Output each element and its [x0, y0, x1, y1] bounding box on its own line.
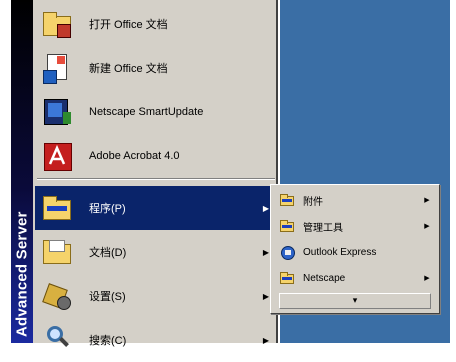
accessories-folder-icon — [279, 192, 295, 208]
submenu-item-admin-tools[interactable]: 管理工具 ▶ — [273, 215, 437, 237]
netscape-smartupdate-icon — [41, 96, 73, 128]
menu-item-label: 设置(S) — [89, 291, 126, 303]
submenu-item-label: 管理工具 — [303, 222, 343, 234]
menu-item-label: Adobe Acrobat 4.0 — [89, 150, 180, 162]
submenu-arrow-icon: ▶ — [424, 275, 430, 282]
os-banner-text: Advanced Server — [13, 211, 31, 337]
submenu-expand-button[interactable]: ▾ — [279, 293, 431, 309]
menu-item-programs[interactable]: 程序(P) ▶ — [35, 186, 277, 230]
menu-separator — [37, 178, 275, 180]
menu-item-new-office-document[interactable]: 新建 Office 文档 — [35, 46, 277, 90]
documents-folder-icon — [41, 236, 73, 268]
menu-item-search[interactable]: 搜索(C) ▶ — [35, 318, 277, 362]
menu-item-adobe-acrobat[interactable]: Adobe Acrobat 4.0 — [35, 134, 277, 178]
menu-item-label: 新建 Office 文档 — [89, 63, 168, 75]
start-menu: Advanced Server 打开 Office 文档 新建 Office 文… — [10, 0, 278, 347]
admin-tools-folder-icon — [279, 218, 295, 234]
submenu-arrow-icon: ▶ — [424, 197, 430, 204]
submenu-item-netscape[interactable]: Netscape ▶ — [273, 267, 437, 289]
settings-icon — [41, 280, 73, 312]
menu-item-documents[interactable]: 文档(D) ▶ — [35, 230, 277, 274]
menu-item-open-office-document[interactable]: 打开 Office 文档 — [35, 2, 277, 46]
submenu-item-label: Outlook Express — [303, 246, 377, 258]
adobe-acrobat-icon — [41, 140, 73, 172]
os-banner: Advanced Server — [11, 0, 33, 343]
menu-item-label: 搜索(C) — [89, 335, 127, 347]
netscape-folder-icon — [279, 270, 295, 286]
menu-item-label: 打开 Office 文档 — [89, 19, 168, 31]
outlook-express-icon — [279, 244, 295, 260]
menu-item-label: 程序(P) — [89, 203, 126, 215]
submenu-arrow-icon: ▶ — [262, 335, 270, 345]
menu-item-settings[interactable]: 设置(S) ▶ — [35, 274, 277, 318]
menu-item-label: Netscape SmartUpdate — [89, 106, 204, 118]
submenu-item-accessories[interactable]: 附件 ▶ — [273, 189, 437, 211]
search-icon — [41, 324, 73, 356]
submenu-item-label: 附件 — [303, 196, 323, 208]
open-office-document-icon — [41, 8, 73, 40]
submenu-arrow-icon: ▶ — [424, 223, 430, 230]
new-office-document-icon — [41, 52, 73, 84]
menu-item-netscape-smartupdate[interactable]: Netscape SmartUpdate — [35, 90, 277, 134]
programs-submenu: 附件 ▶ 管理工具 ▶ Outlook Express Netscape ▶ ▾ — [270, 184, 440, 314]
submenu-item-label: Netscape — [303, 272, 346, 284]
submenu-item-outlook-express[interactable]: Outlook Express — [273, 241, 437, 263]
programs-folder-icon — [41, 192, 73, 224]
menu-item-label: 文档(D) — [89, 247, 127, 259]
